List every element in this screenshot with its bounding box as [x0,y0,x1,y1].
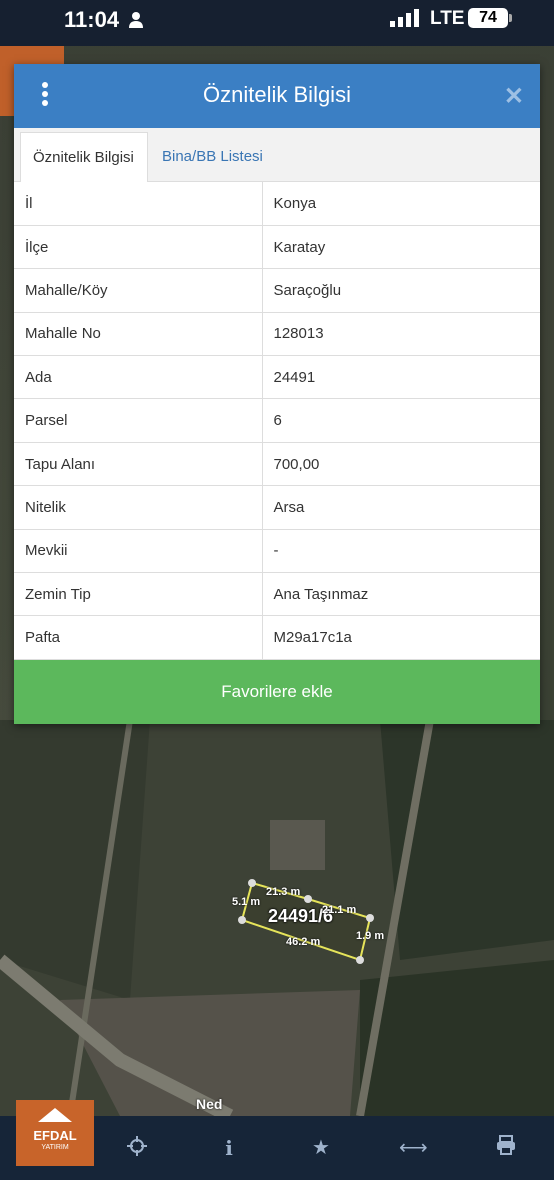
logo-subtitle: YATIRIM [41,1144,69,1151]
attribute-table: İl Konya İlçe Karatay Mahalle/Köy Saraçoğlu Ma… [14,182,540,660]
attribute-key: Mevkii [14,529,263,574]
crosshair-icon[interactable] [123,1134,151,1162]
attribute-key: Pafta [14,615,263,660]
attribute-value: - [262,529,540,574]
attribute-key: Tapu Alanı [14,442,263,487]
company-logo: EFDAL YATIRIM [16,1100,94,1166]
status-time: 11:04 [64,7,120,32]
table-row: Nitelik Arsa [14,485,540,530]
attribute-key: Zemin Tip [14,572,263,617]
dimension-label: 46.2 m [286,936,321,948]
add-favorite-button[interactable]: Favorilere ekle [14,660,540,724]
attribute-value: M29a17c1a [262,615,540,660]
table-row: Pafta M29a17c1a [14,615,540,660]
battery-icon: 74 [468,8,512,28]
network-type: LTE [430,8,465,29]
house-icon [38,1108,72,1122]
attribute-value: Konya [262,182,540,226]
attribute-key: Mahalle No [14,312,263,357]
table-row: Zemin Tip Ana Taşınmaz [14,572,540,617]
tab-bar: Öznitelik Bilgisi Bina/BB Listesi [14,128,540,182]
modal-title: Öznitelik Bilgisi [203,82,351,107]
bottom-toolbar: EFDAL YATIRIM i ★ ⟷ [0,1100,554,1180]
tab-attribute-info[interactable]: Öznitelik Bilgisi [20,132,148,182]
attribute-value: Ana Taşınmaz [262,572,540,617]
attribute-value: Arsa [262,485,540,530]
table-row: İlçe Karatay [14,225,540,270]
attribute-key: İl [14,182,263,226]
attribute-value: 6 [262,398,540,443]
logo-name: EFDAL [33,1128,77,1143]
road-label: Ned [196,1096,223,1112]
attribute-value: Saraçoğlu [262,268,540,313]
table-row: Tapu Alanı 700,00 [14,442,540,487]
attribute-key: Parsel [14,398,263,443]
star-icon[interactable]: ★ [307,1134,335,1162]
dimension-label: 21.1 m [322,904,357,916]
attribute-key: İlçe [14,225,263,270]
dimension-label: 1.9 m [356,930,385,942]
close-icon[interactable]: ✕ [504,82,524,111]
dimension-label: 21.3 m [266,886,301,898]
table-row: Mevkii - [14,529,540,574]
table-row: Mahalle/Köy Saraçoğlu [14,268,540,313]
table-row: İl Konya [14,182,540,226]
attribute-key: Nitelik [14,485,263,530]
attribute-key: Ada [14,355,263,400]
info-icon[interactable]: i [215,1134,243,1162]
status-bar: 11:04 LTE 74 [0,0,554,46]
print-icon[interactable] [492,1134,520,1162]
attribute-value: Karatay [262,225,540,270]
tab-building-list[interactable]: Bina/BB Listesi [150,132,275,182]
modal-header: Öznitelik Bilgisi ✕ [14,64,540,128]
attribute-key: Mahalle/Köy [14,268,263,313]
attribute-value: 24491 [262,355,540,400]
attribute-value: 700,00 [262,442,540,487]
measure-icon[interactable]: ⟷ [399,1134,428,1162]
attribute-info-modal: Öznitelik Bilgisi ✕ Öznitelik Bilgisi Bi… [14,64,540,724]
table-row: Mahalle No 128013 [14,312,540,357]
person-icon [128,11,144,34]
attribute-value: 128013 [262,312,540,357]
table-row: Parsel 6 [14,398,540,443]
table-row: Ada 24491 [14,355,540,400]
dimension-label: 5.1 m [232,896,261,908]
signal-icon [390,9,420,32]
